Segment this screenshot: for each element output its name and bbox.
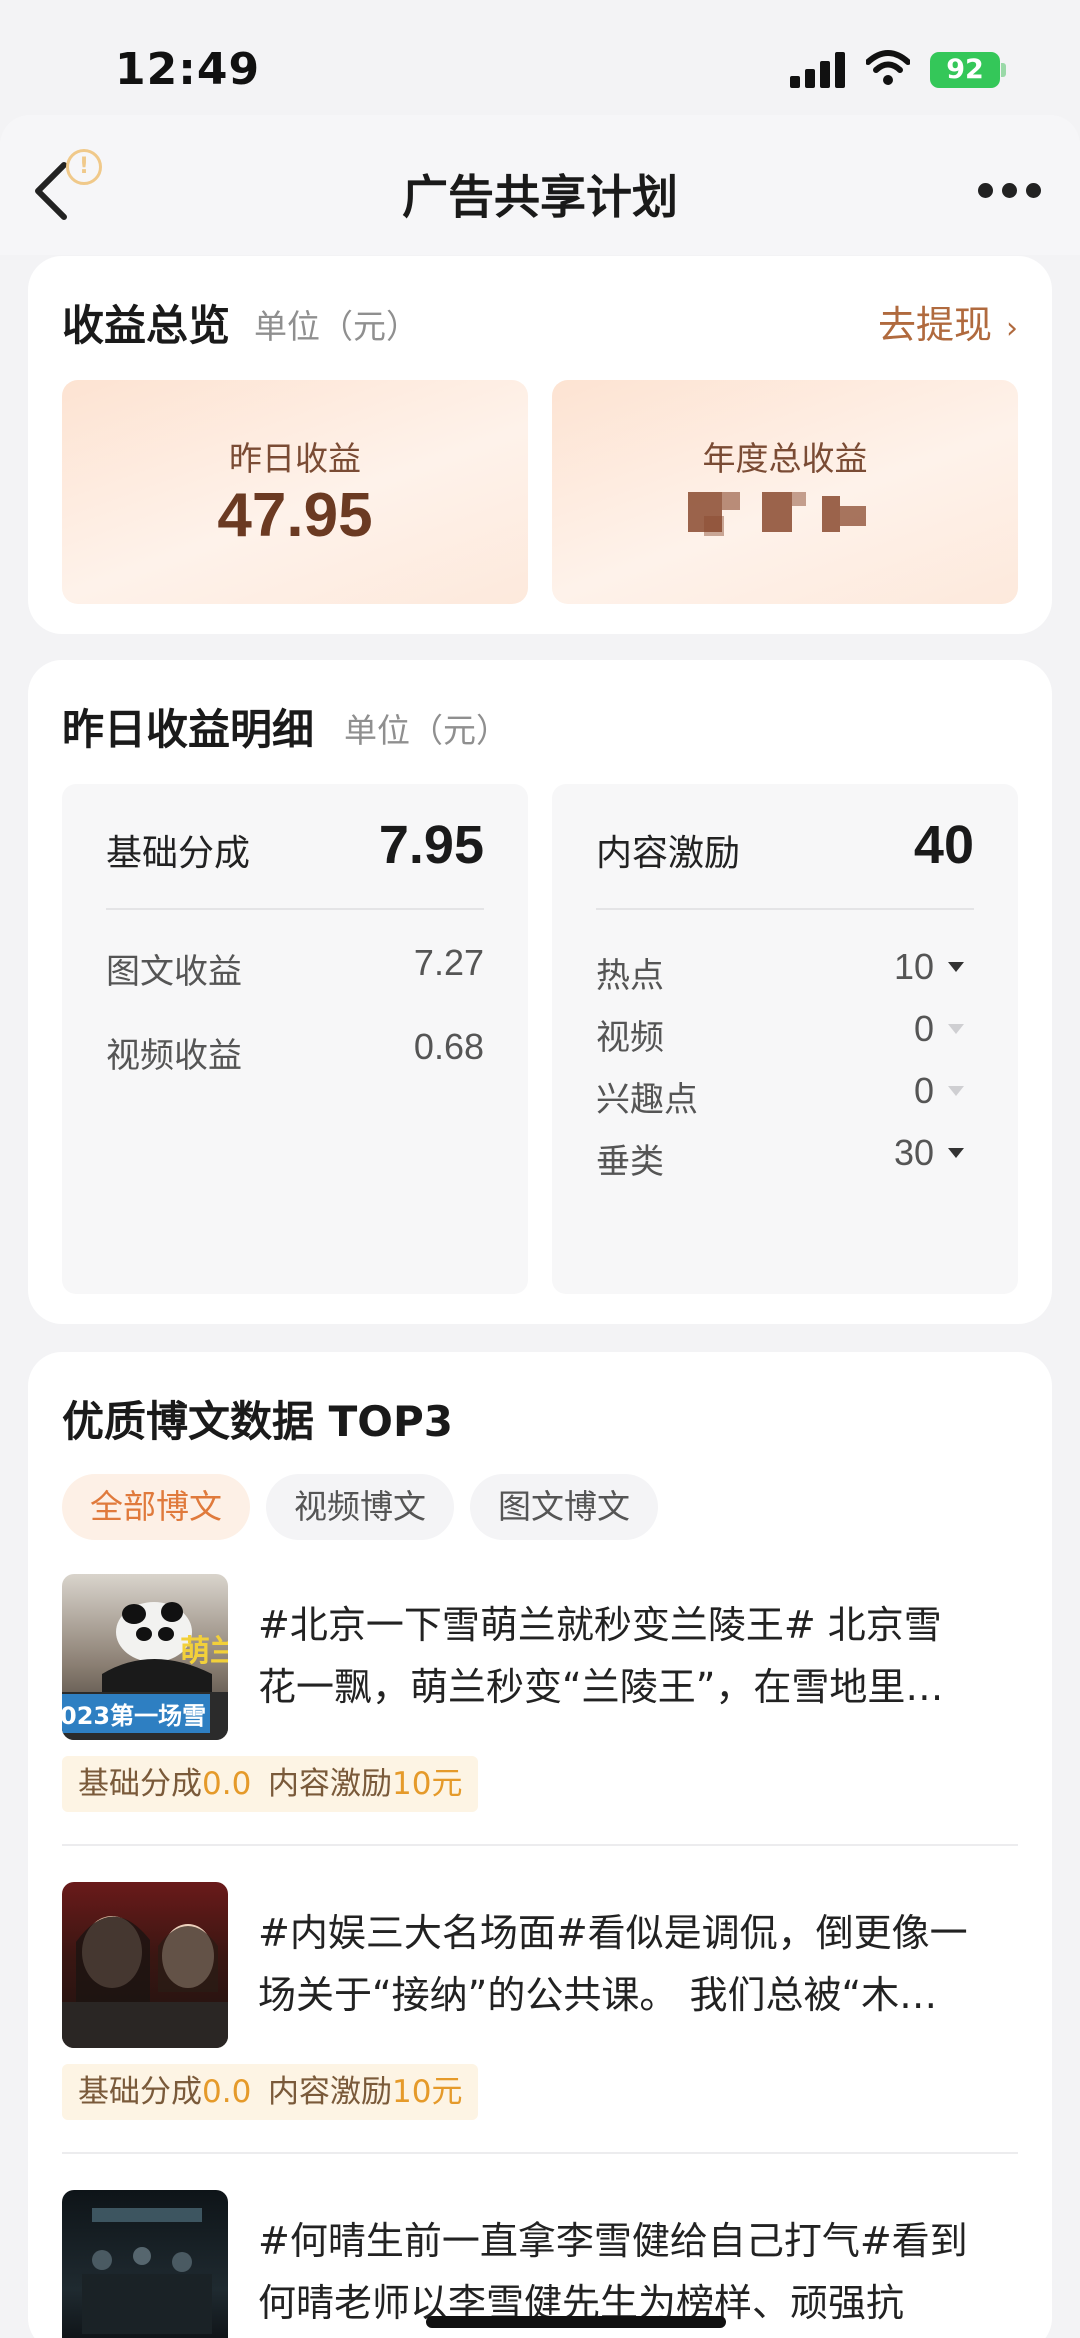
crowd-thumbnail-art <box>82 2208 212 2334</box>
hotspot-value: 10 <box>893 946 934 987</box>
top-posts-card: 优质博文数据 TOP3 全部博文 视频博文 图文博文 萌兰 023第一场雪 #北… <box>28 1352 1052 2338</box>
divider <box>596 908 974 910</box>
interest-point-label: 兴趣点 <box>596 1080 698 1120</box>
top-posts-title: 优质博文数据 TOP3 <box>62 1397 453 1446</box>
vertical-category-value: 30 <box>893 1132 934 1173</box>
hotspot-label: 热点 <box>596 956 664 996</box>
withdraw-label: 去提现 <box>877 303 992 347</box>
content-incentive-label: 内容激励 <box>596 833 741 874</box>
interest-point-value: 0 <box>913 1070 934 1111</box>
base-share-label: 基础分成 <box>106 833 251 874</box>
annual-earnings-label: 年度总收益 <box>702 439 868 478</box>
tag-value: 10元 <box>392 1766 463 1802</box>
battery-indicator: 92 <box>930 52 1000 88</box>
chevron-right-icon: › <box>1006 311 1018 346</box>
post-thumbnail <box>62 2190 228 2338</box>
status-time: 12:49 <box>115 44 261 95</box>
withdraw-link[interactable]: 去提现 › <box>878 294 1018 349</box>
cellular-signal-icon <box>790 52 846 88</box>
tab-video-posts[interactable]: 视频博文 <box>266 1474 454 1540</box>
page-title: 广告共享计划 <box>402 170 678 224</box>
post-text-line: #何晴生前一直拿李雪健给自己打气#看到 <box>258 2219 968 2263</box>
detail-title: 昨日收益明细 <box>62 705 315 754</box>
divider <box>62 2152 1018 2154</box>
battery-tip <box>1001 63 1006 77</box>
content-incentive-box: 内容激励 40 热点 10 视频 0 兴趣点 0 垂类 30 <box>552 784 1018 1294</box>
video-earnings-label: 视频收益 <box>106 1036 242 1076</box>
base-share-value: 7.95 <box>378 815 484 875</box>
annual-earnings-box: 年度总收益 <box>552 380 1018 604</box>
dropdown-caret-icon <box>948 1086 964 1096</box>
nav-bar: ! 广告共享计划 <box>0 115 1080 255</box>
thumbnail-caption: 023第一场雪 <box>62 1694 211 1733</box>
content-incentive-tag: 内容激励10元 <box>252 2064 479 2120</box>
earnings-overview-card: 收益总览 单位（元） 去提现 › 昨日收益 47.95 年度总收益 <box>28 256 1052 634</box>
yesterday-detail-card: 昨日收益明细 单位（元） 基础分成 7.95 图文收益 7.27 视频收益 0.… <box>28 660 1052 1324</box>
post-item[interactable]: 萌兰 023第一场雪 #北京一下雪萌兰就秒变兰陵王# 北京雪 花一飘，萌兰秒变“… <box>62 1574 1018 1864</box>
dropdown-caret-icon <box>948 1024 964 1034</box>
post-text: #内娱三大名场面#看似是调侃，倒更像一 场关于“接纳”的公共课。 我们总被“木… <box>258 1902 1028 2026</box>
video-incentive-value: 0 <box>913 1008 934 1049</box>
image-text-earnings-label: 图文收益 <box>106 952 242 992</box>
tab-image-text-posts[interactable]: 图文博文 <box>470 1474 658 1540</box>
tab-all-posts[interactable]: 全部博文 <box>62 1474 250 1540</box>
post-text: #北京一下雪萌兰就秒变兰陵王# 北京雪 花一飘，萌兰秒变“兰陵王”，在雪地里… <box>258 1594 1028 1718</box>
post-text-line: 花一飘，萌兰秒变“兰陵王”，在雪地里… <box>258 1665 944 1709</box>
tag-value: 10元 <box>392 2074 463 2110</box>
yesterday-earnings-value: 47.95 <box>217 481 373 550</box>
dropdown-caret-icon[interactable] <box>948 962 964 972</box>
post-thumbnail <box>62 1882 228 2048</box>
detail-unit: 单位（元） <box>344 711 509 750</box>
vertical-category-label: 垂类 <box>596 1142 664 1182</box>
overview-title: 收益总览 <box>62 301 231 350</box>
more-options-icon[interactable] <box>978 183 1042 199</box>
content-incentive-tag: 内容激励10元 <box>252 1756 479 1812</box>
status-bar: 12:49 92 <box>0 0 1080 120</box>
post-thumbnail: 萌兰 023第一场雪 <box>62 1574 228 1740</box>
post-item[interactable]: #内娱三大名场面#看似是调侃，倒更像一 场关于“接纳”的公共课。 我们总被“木…… <box>62 1882 1018 2172</box>
tag-label: 内容激励 <box>268 1766 392 1802</box>
post-text-line: 场关于“接纳”的公共课。 我们总被“木… <box>258 1973 938 2017</box>
people-thumbnail-art <box>62 1916 228 2048</box>
overview-unit: 单位（元） <box>254 307 419 346</box>
tag-label: 基础分成 <box>78 1766 202 1802</box>
content-incentive-value: 40 <box>913 815 974 875</box>
battery-level: 92 <box>946 54 984 85</box>
post-text-line: #北京一下雪萌兰就秒变兰陵王# 北京雪 <box>258 1603 942 1647</box>
yesterday-earnings-label: 昨日收益 <box>229 439 361 478</box>
base-share-box: 基础分成 7.95 图文收益 7.27 视频收益 0.68 <box>62 784 528 1294</box>
post-text-line: #内娱三大名场面#看似是调侃，倒更像一 <box>258 1911 968 1955</box>
video-earnings-value: 0.68 <box>413 1026 484 1067</box>
tag-label: 内容激励 <box>268 2074 392 2110</box>
wifi-icon <box>866 50 910 85</box>
divider <box>62 1844 1018 1846</box>
divider <box>106 908 484 910</box>
image-text-earnings-value: 7.27 <box>413 942 484 983</box>
dropdown-caret-icon[interactable] <box>948 1148 964 1158</box>
video-incentive-label: 视频 <box>596 1018 664 1058</box>
thumbnail-caption: 萌兰 <box>180 1634 228 1669</box>
yesterday-earnings-box: 昨日收益 47.95 <box>62 380 528 604</box>
home-indicator[interactable] <box>426 2316 726 2328</box>
tag-label: 基础分成 <box>78 2074 202 2110</box>
